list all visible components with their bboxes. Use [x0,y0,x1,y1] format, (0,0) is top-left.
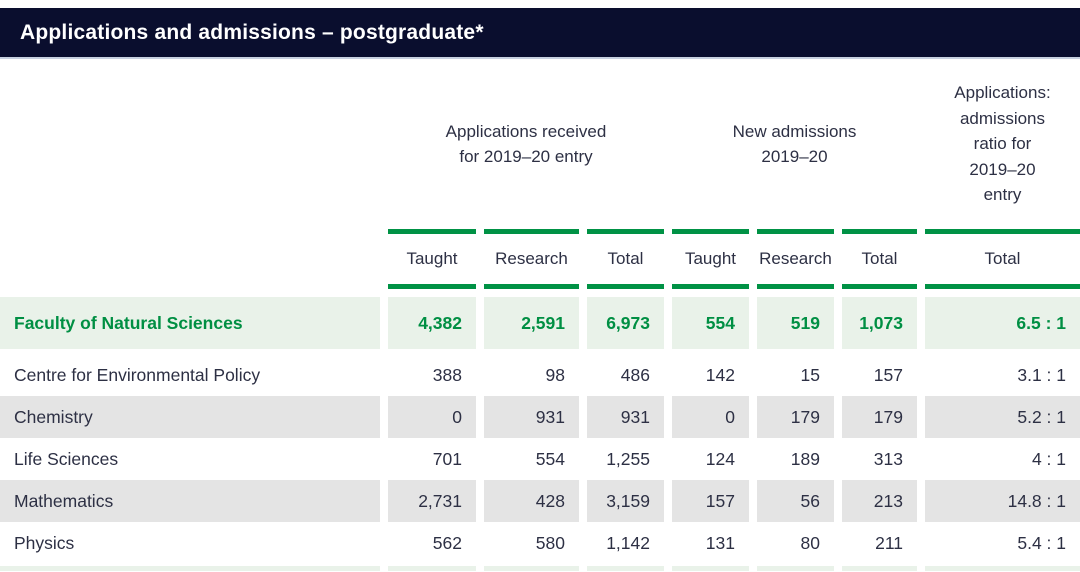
cell-research-applications: 580 [484,522,579,564]
group-header-empty [0,59,380,229]
cell-total-admissions: 157 [842,354,917,396]
column-header-research-applications: Research [484,229,579,289]
partial-cell [484,566,579,571]
partial-cell [757,566,834,571]
cell-research-admissions: 519 [757,297,834,349]
column-header-taught-admissions: Taught [672,229,749,289]
cell-research-admissions: 15 [757,354,834,396]
cell-research-admissions: 189 [757,438,834,480]
cell-total-applications: 1,255 [587,438,664,480]
report-page: Applications and admissions – postgradua… [0,0,1080,572]
cell-taught-admissions: 142 [672,354,749,396]
group-header-applications-received: Applications received for 2019–20 entry [388,59,664,229]
column-header-total-applications: Total [587,229,664,289]
group-header-applications-admissions-ratio: Applications: admissions ratio for 2019–… [925,59,1080,229]
cell-taught-admissions: 0 [672,396,749,438]
cell-research-applications: 2,591 [484,297,579,349]
cell-research-admissions: 80 [757,522,834,564]
page-title: Applications and admissions – postgradua… [20,21,484,45]
row-label: Centre for Environmental Policy [0,354,380,396]
cell-research-applications: 554 [484,438,579,480]
partial-cell [587,566,664,571]
cell-research-applications: 98 [484,354,579,396]
partial-cell [672,566,749,571]
cell-research-applications: 931 [484,396,579,438]
cell-taught-applications: 388 [388,354,476,396]
cell-research-admissions: 179 [757,396,834,438]
column-header-taught-applications: Taught [388,229,476,289]
cell-applications-admissions-ratio: 3.1 : 1 [925,354,1080,396]
cell-taught-applications: 2,731 [388,480,476,522]
applications-admissions-table: Applications received for 2019–20 entry … [0,59,1080,571]
cell-total-admissions: 213 [842,480,917,522]
cell-applications-admissions-ratio: 5.2 : 1 [925,396,1080,438]
row-label: Faculty of Natural Sciences [0,297,380,349]
cell-taught-applications: 701 [388,438,476,480]
cell-taught-applications: 4,382 [388,297,476,349]
column-header-total-ratio: Total [925,229,1080,289]
cell-total-admissions: 179 [842,396,917,438]
cell-applications-admissions-ratio: 6.5 : 1 [925,297,1080,349]
column-header-empty [0,229,380,289]
partial-cell [925,566,1080,571]
cell-applications-admissions-ratio: 5.4 : 1 [925,522,1080,564]
cell-applications-admissions-ratio: 14.8 : 1 [925,480,1080,522]
group-header-new-admissions: New admissions 2019–20 [672,59,917,229]
row-label: Chemistry [0,396,380,438]
cell-taught-admissions: 554 [672,297,749,349]
row-label: Mathematics [0,480,380,522]
title-bar: Applications and admissions – postgradua… [0,8,1080,59]
cell-taught-admissions: 124 [672,438,749,480]
row-gap [0,289,1080,297]
cell-total-applications: 1,142 [587,522,664,564]
cell-total-applications: 6,973 [587,297,664,349]
cell-taught-admissions: 131 [672,522,749,564]
cell-applications-admissions-ratio: 4 : 1 [925,438,1080,480]
cell-total-admissions: 1,073 [842,297,917,349]
partial-cell [0,566,380,571]
cell-total-applications: 486 [587,354,664,396]
cell-taught-admissions: 157 [672,480,749,522]
cell-research-admissions: 56 [757,480,834,522]
row-label: Physics [0,522,380,564]
cell-total-applications: 3,159 [587,480,664,522]
partial-cell [388,566,476,571]
column-header-research-admissions: Research [757,229,834,289]
cell-taught-applications: 0 [388,396,476,438]
cell-research-applications: 428 [484,480,579,522]
partial-cell [842,566,917,571]
cell-total-admissions: 313 [842,438,917,480]
column-header-total-admissions: Total [842,229,917,289]
cell-total-applications: 931 [587,396,664,438]
cell-total-admissions: 211 [842,522,917,564]
row-label: Life Sciences [0,438,380,480]
cell-taught-applications: 562 [388,522,476,564]
